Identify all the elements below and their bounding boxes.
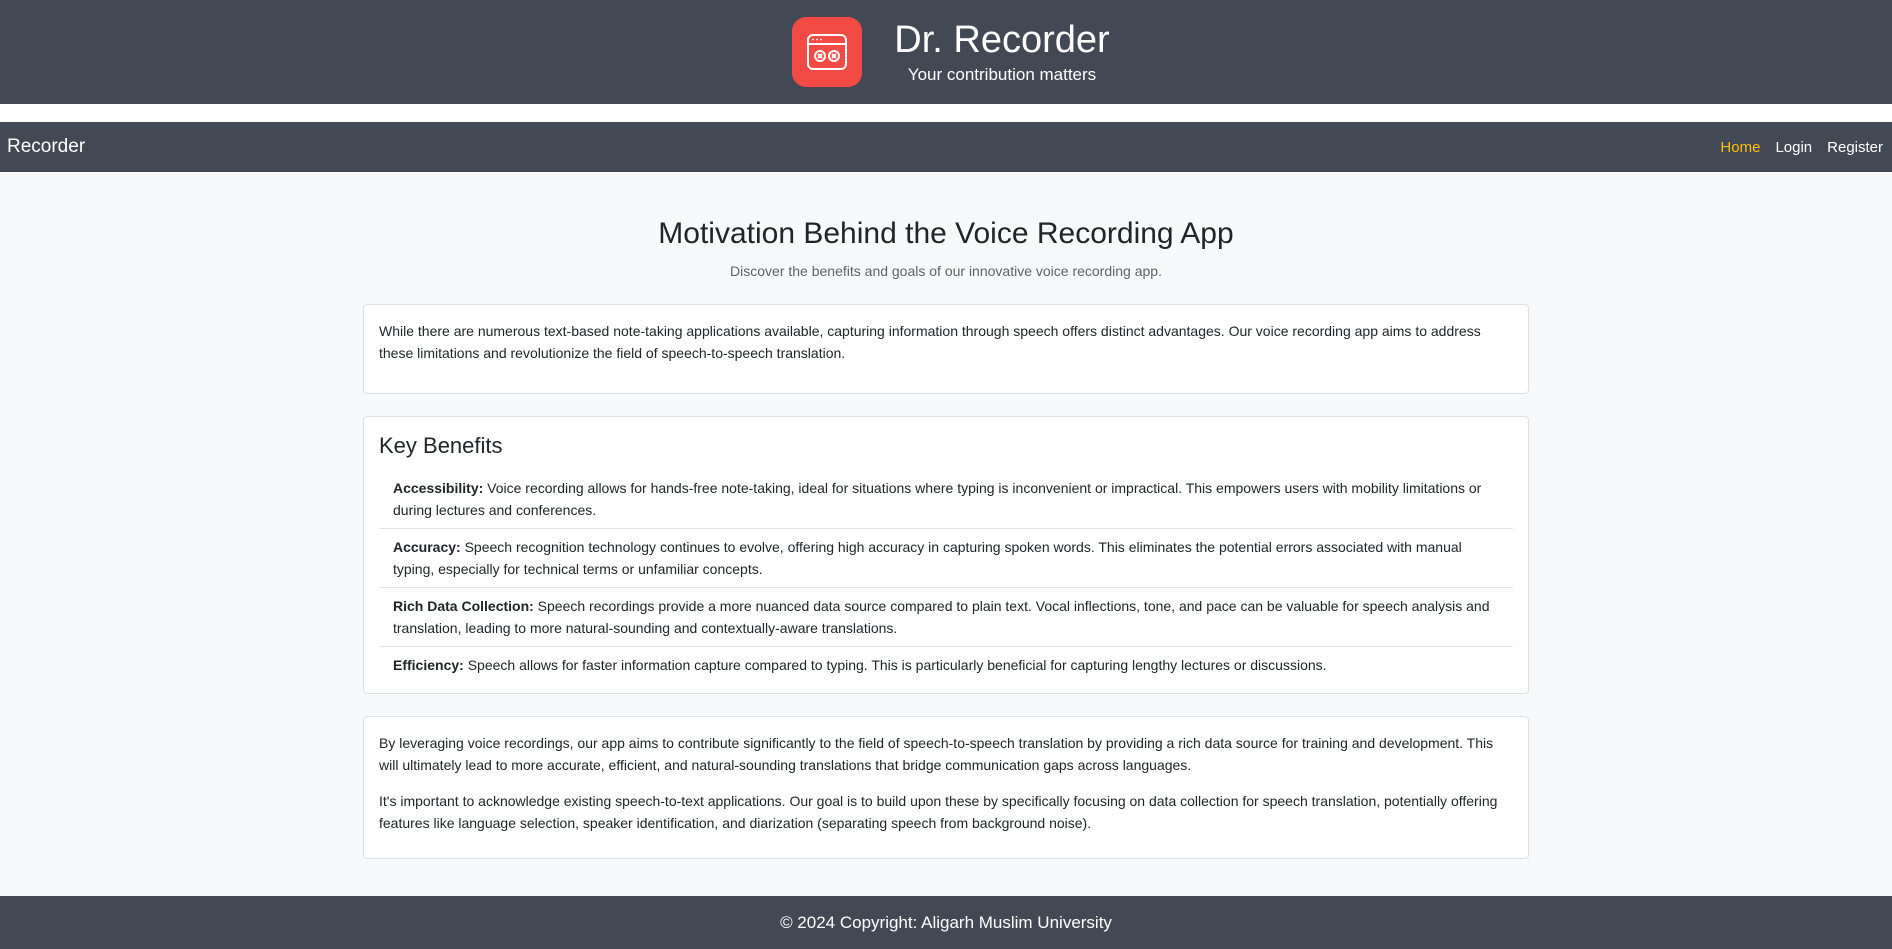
intro-text: While there are numerous text-based note… [379,323,1481,361]
brand-block: Dr. Recorder Your contribution matters [894,18,1109,86]
benefit-text: Voice recording allows for hands-free no… [393,480,1482,518]
nav-link-home[interactable]: Home [1720,139,1760,156]
benefit-text: Speech recordings provide a more nuanced… [393,598,1490,636]
benefit-term: Rich Data Collection: [393,598,534,614]
site-subtitle: Your contribution matters [907,65,1097,84]
main-content: Motivation Behind the Voice Recording Ap… [363,216,1529,859]
navbar: Recorder Home Login Register [0,122,1892,172]
site-footer: © 2024 Copyright: Aligarh Muslim Univers… [0,896,1892,949]
list-item: Accuracy: Speech recognition technology … [379,529,1513,588]
site-header: Dr. Recorder Your contribution matters [0,0,1892,104]
nav-link-register[interactable]: Register [1827,139,1883,156]
nav-link-login[interactable]: Login [1775,139,1812,156]
nav-links: Home Login Register [1720,139,1883,156]
page-title: Motivation Behind the Voice Recording Ap… [658,217,1234,250]
list-item: Accessibility: Voice recording allows fo… [379,470,1513,529]
site-title: Dr. Recorder [894,19,1110,61]
recorder-window-icon [792,17,863,87]
benefit-text: Speech allows for faster information cap… [463,657,1327,673]
benefits-card: Key Benefits Accessibility: Voice record… [363,416,1529,694]
list-item: Rich Data Collection: Speech recordings … [379,588,1513,647]
closing-paragraph: It's important to acknowledge existing s… [379,793,1498,831]
benefit-text: Speech recognition technology continues … [393,539,1462,577]
list-item: Efficiency: Speech allows for faster inf… [379,647,1513,683]
benefit-term: Accessibility: [393,480,484,496]
closing-paragraph: By leveraging voice recordings, our app … [379,735,1494,773]
page-lead: Discover the benefits and goals of our i… [730,263,1162,279]
benefit-term: Efficiency: [393,657,464,673]
header-spacer [0,104,1892,122]
navbar-brand-link[interactable]: Recorder [7,136,85,158]
intro-card: While there are numerous text-based note… [363,304,1529,394]
closing-card: By leveraging voice recordings, our app … [363,716,1529,859]
footer-copyright: © 2024 Copyright: Aligarh Muslim Univers… [780,912,1112,932]
benefit-term: Accuracy: [393,539,461,555]
benefits-title: Key Benefits [379,433,503,458]
